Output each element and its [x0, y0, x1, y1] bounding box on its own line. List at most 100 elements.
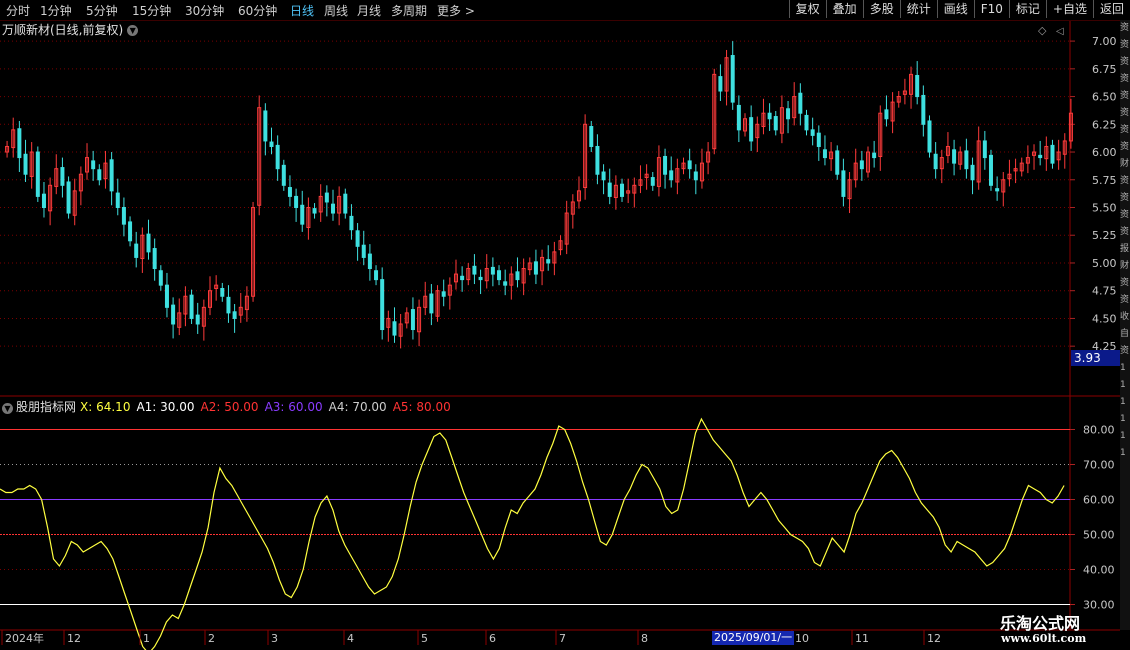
- side-strip-char: 收: [1120, 312, 1130, 322]
- period-tab-1min[interactable]: 1分钟: [40, 2, 72, 19]
- candle-body: [595, 145, 600, 175]
- candle-body: [669, 170, 674, 181]
- candle-body: [933, 153, 938, 170]
- candle-body: [281, 164, 286, 186]
- period-tab-intraday[interactable]: 分时: [6, 2, 30, 19]
- time-axis-label: 12: [927, 632, 941, 645]
- candle-body: [730, 55, 735, 103]
- candle-body: [226, 296, 231, 314]
- candle-body: [152, 248, 157, 270]
- period-tab-weekly[interactable]: 周线: [324, 2, 348, 19]
- candle-body: [472, 265, 477, 275]
- candle-body: [718, 76, 723, 92]
- candle-body: [798, 92, 803, 114]
- candle-body: [330, 203, 335, 214]
- price-tick-label: 4.75: [1092, 285, 1117, 298]
- price-tick-label: 6.00: [1092, 146, 1117, 159]
- candle-body: [287, 187, 292, 197]
- side-strip-char: 资: [1120, 295, 1130, 305]
- candle-body: [749, 117, 754, 142]
- price-tick-label: 6.50: [1092, 91, 1117, 104]
- side-info-strip[interactable]: 资资资资资资资资财资资资资报财资资收自资111111: [1120, 20, 1130, 630]
- candle-body: [773, 116, 778, 131]
- candle-body: [23, 153, 28, 175]
- candle-body: [35, 151, 40, 197]
- period-tab-60min[interactable]: 60分钟: [238, 2, 277, 19]
- candle-body: [115, 192, 120, 208]
- side-strip-char: 1: [1120, 414, 1126, 424]
- indicator-tick-label: 70.00: [1083, 459, 1115, 472]
- candle-body: [884, 109, 889, 120]
- candle-body: [816, 132, 821, 147]
- candle-body: [835, 150, 840, 175]
- side-strip-char: 资: [1120, 125, 1130, 135]
- restore-rights-button[interactable]: 复权: [788, 0, 826, 18]
- candle-body: [620, 183, 625, 197]
- candle-body: [121, 207, 126, 225]
- chevron-down-icon[interactable]: ▼: [127, 25, 139, 36]
- candle-body: [392, 321, 397, 336]
- candle-body: [687, 160, 692, 170]
- mark-button[interactable]: 标记: [1008, 0, 1046, 18]
- price-tick-label: 5.50: [1092, 202, 1117, 215]
- candle-body: [693, 171, 698, 181]
- candle-body: [263, 110, 268, 142]
- candle-body: [822, 149, 827, 159]
- period-tab-30min[interactable]: 30分钟: [185, 2, 224, 19]
- candle-body: [158, 270, 163, 286]
- f10-button[interactable]: F10: [973, 0, 1009, 18]
- indicator-a2-value: A2: 50.00: [200, 400, 259, 414]
- candle-body: [97, 169, 102, 181]
- period-tab-monthly[interactable]: 月线: [357, 2, 381, 19]
- time-axis-label: 2024年: [5, 631, 44, 645]
- candle-body: [952, 149, 957, 164]
- chart-canvas: 7.00 6.75 6.50 6.25 6.00 5.75 5.50 5.25 5.00 4.75…: [0, 20, 1120, 650]
- period-tab-5min[interactable]: 5分钟: [86, 2, 118, 19]
- side-strip-char: 资: [1120, 346, 1130, 356]
- overlay-button[interactable]: 叠加: [825, 0, 863, 18]
- time-axis-label: 6: [489, 632, 496, 645]
- candle-body: [1050, 144, 1055, 164]
- period-tab-daily[interactable]: 日线: [290, 2, 314, 19]
- side-strip-char: 资: [1120, 193, 1130, 203]
- candle-body: [995, 188, 1000, 192]
- candle-body: [650, 177, 655, 186]
- period-tab-15min[interactable]: 15分钟: [132, 2, 171, 19]
- side-strip-char: 1: [1120, 431, 1126, 441]
- time-axis-label: 11: [855, 632, 869, 645]
- multi-stock-button[interactable]: 多股: [862, 0, 900, 18]
- candle-body: [232, 311, 237, 319]
- candle-body: [841, 170, 846, 197]
- diamond-icon: ◇: [1038, 24, 1047, 37]
- candle-body: [441, 291, 446, 297]
- time-axis-label: 4: [347, 632, 354, 645]
- candle-body: [663, 155, 668, 175]
- add-watchlist-button[interactable]: +自选: [1045, 0, 1093, 18]
- period-tab-multi[interactable]: 多周期: [391, 2, 427, 19]
- side-strip-char: 资: [1120, 91, 1130, 101]
- crosshair-date-label: 2025/09/01/一: [712, 631, 795, 645]
- candle-body: [220, 287, 225, 297]
- statistics-button[interactable]: 统计: [899, 0, 937, 18]
- side-strip-char: 资: [1120, 210, 1130, 220]
- side-strip-char: 1: [1120, 448, 1126, 458]
- chevron-down-icon[interactable]: ▼: [2, 403, 13, 414]
- candle-body: [195, 314, 200, 325]
- price-tick-label: 6.75: [1092, 63, 1117, 76]
- draw-line-button[interactable]: 画线: [936, 0, 974, 18]
- price-tick-label: 5.25: [1092, 229, 1117, 242]
- candle-body: [109, 159, 114, 192]
- stock-title-text: 万顺新材(日线,前复权): [2, 23, 124, 37]
- time-axis-label: 7: [559, 632, 566, 645]
- time-axis-label: 5: [421, 632, 428, 645]
- indicator-name[interactable]: 股朋指标网: [16, 400, 76, 414]
- stock-title[interactable]: 万顺新材(日线,前复权) ▼: [2, 21, 139, 38]
- indicator-a5-value: A5: 80.00: [392, 400, 451, 414]
- period-tab-more[interactable]: 更多 >: [437, 2, 475, 19]
- candle-body: [312, 208, 317, 214]
- action-toolbar: 复权 叠加 多股 统计 画线 F10 标记 +自选 返回: [788, 0, 1130, 20]
- indicator-tick-label: 50.00: [1083, 529, 1115, 542]
- candle-body: [171, 304, 176, 325]
- candle-body: [300, 204, 305, 225]
- back-button[interactable]: 返回: [1092, 0, 1130, 18]
